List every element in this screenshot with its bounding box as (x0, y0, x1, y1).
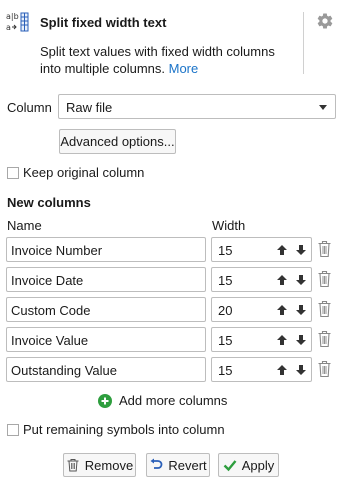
column-width-input[interactable]: 20 (211, 297, 312, 322)
column-row: Custom Code 20 (0, 297, 344, 322)
column-select[interactable]: Raw file (58, 94, 336, 119)
put-remaining-label: Put remaining symbols into column (23, 422, 225, 437)
svg-text:a: a (6, 23, 11, 32)
column-width-input[interactable]: 15 (211, 237, 312, 262)
column-row: Invoice Number 15 (0, 237, 344, 262)
column-row: Invoice Date 15 (0, 267, 344, 292)
trash-icon[interactable] (317, 300, 332, 318)
column-name-input[interactable]: Invoice Number (6, 237, 206, 262)
trash-icon (67, 459, 79, 472)
svg-text:a|b: a|b (6, 12, 19, 21)
arrow-up-icon[interactable] (276, 274, 288, 286)
column-name-input[interactable]: Invoice Date (6, 267, 206, 292)
arrow-down-icon[interactable] (295, 244, 307, 256)
column-label: Column (7, 100, 52, 115)
more-link[interactable]: More (169, 61, 199, 76)
arrow-up-icon[interactable] (276, 304, 288, 316)
check-icon (223, 460, 237, 472)
column-width-value: 15 (218, 333, 233, 348)
description-text: Split text values with fixed width colum… (40, 44, 275, 76)
apply-label: Apply (241, 457, 275, 473)
trash-icon[interactable] (317, 270, 332, 288)
trash-icon[interactable] (317, 330, 332, 348)
column-width-value: 15 (218, 273, 233, 288)
remove-button[interactable]: Remove (63, 453, 136, 477)
put-remaining-row: Put remaining symbols into column (7, 422, 225, 437)
column-row: Outstanding Value 15 (0, 357, 344, 382)
arrow-up-icon[interactable] (276, 334, 288, 346)
arrow-down-icon[interactable] (295, 364, 307, 376)
split-text-icon: a|b a (6, 12, 29, 32)
keep-original-checkbox[interactable] (7, 166, 19, 179)
header-divider (303, 12, 304, 74)
add-circle-icon (98, 393, 112, 408)
add-more-columns-button[interactable]: Add more columns (98, 393, 227, 408)
arrow-down-icon[interactable] (295, 274, 307, 286)
revert-label: Revert (168, 457, 207, 473)
advanced-options-button[interactable]: Advanced options... (59, 129, 176, 154)
column-name-input[interactable]: Invoice Value (6, 327, 206, 352)
chevron-down-icon (319, 105, 327, 110)
arrow-up-icon[interactable] (276, 364, 288, 376)
panel-title: Split fixed width text (40, 15, 167, 30)
new-columns-title: New columns (7, 195, 91, 210)
remove-label: Remove (84, 457, 134, 473)
arrow-up-icon[interactable] (276, 244, 288, 256)
column-width-input[interactable]: 15 (211, 357, 312, 382)
column-name-input[interactable]: Outstanding Value (6, 357, 206, 382)
column-width-value: 20 (218, 303, 233, 318)
column-width-value: 15 (218, 363, 233, 378)
undo-arrow-icon (150, 458, 163, 469)
apply-button[interactable]: Apply (218, 453, 279, 477)
column-width-value: 15 (218, 243, 233, 258)
column-width-input[interactable]: 15 (211, 327, 312, 352)
name-column-header: Name (7, 218, 42, 233)
add-more-label: Add more columns (119, 393, 228, 408)
arrow-down-icon[interactable] (295, 334, 307, 346)
panel-header: a|b a Split fixed width text Split text … (0, 0, 344, 84)
trash-icon[interactable] (317, 240, 332, 258)
keep-original-row: Keep original column (7, 165, 144, 180)
arrow-down-icon[interactable] (295, 304, 307, 316)
width-column-header: Width (212, 218, 246, 233)
column-name-input[interactable]: Custom Code (6, 297, 206, 322)
trash-icon[interactable] (317, 360, 332, 378)
panel-description: Split text values with fixed width colum… (40, 43, 290, 77)
revert-button[interactable]: Revert (146, 453, 210, 477)
keep-original-label: Keep original column (23, 165, 145, 180)
column-select-value: Raw file (66, 100, 113, 115)
column-row: Invoice Value 15 (0, 327, 344, 352)
gear-icon[interactable] (316, 12, 334, 30)
put-remaining-checkbox[interactable] (7, 423, 19, 436)
column-width-input[interactable]: 15 (211, 267, 312, 292)
